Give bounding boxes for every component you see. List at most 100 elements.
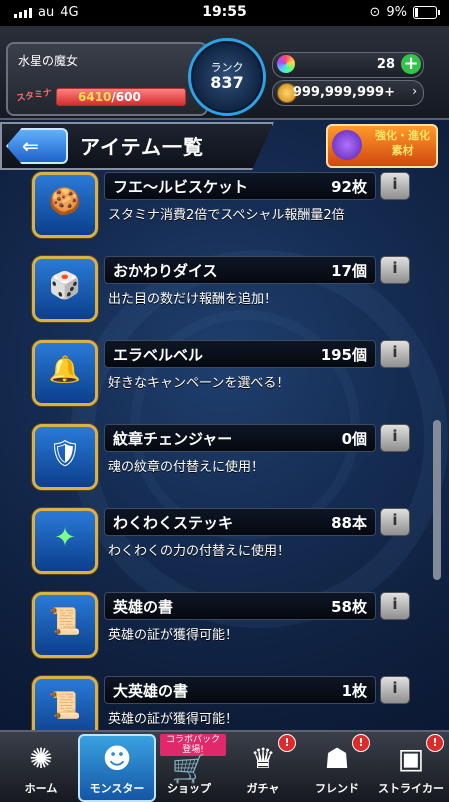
item-description: 英雄の証が獲得可能！ [108, 712, 239, 727]
nav-monster-label: モンスター [89, 782, 145, 795]
item-name-box: わくわくステッキ 88本 [104, 508, 376, 536]
list-item: 📜 英雄の書 58枚 i 英雄の証が獲得可能！ [0, 588, 449, 672]
nav-shop[interactable]: コラボパック 登場! 🛒 ショップ [152, 734, 226, 800]
wand-icon: ✦ [54, 523, 76, 553]
nav-striker-label: ストライカー [378, 782, 444, 795]
evolve-materials-button[interactable]: 強化・進化 素材 [326, 124, 438, 168]
nav-gacha-label: ガチャ [246, 782, 280, 795]
nav-home-label: ホーム [24, 782, 58, 795]
battery-percent: 9% [386, 5, 407, 20]
item-count: 1枚 [341, 682, 367, 700]
item-icon-frame: 🍪 [32, 172, 98, 238]
list-item: 🍪 フエ〜ルビスケット 92枚 i スタミナ消費2倍でスペシャル報酬量2倍 [0, 170, 449, 252]
item-name-box: フエ〜ルビスケット 92枚 [104, 172, 376, 200]
bell-icon: 🔔 [48, 355, 82, 385]
player-name: 水星の魔女 [18, 54, 79, 68]
item-description: わくわくの力の付替えに使用！ [108, 544, 291, 559]
item-description: スタミナ消費2倍でスペシャル報酬量2倍 [108, 208, 345, 223]
item-name: わくわくステッキ [113, 514, 234, 532]
emblem-changer-icon: 🛡 [48, 439, 82, 469]
item-info-button[interactable]: i [380, 676, 410, 704]
item-icon-frame: ✦ [32, 508, 98, 574]
back-arrow-icon: ⇐ [22, 134, 39, 158]
item-list[interactable]: 🍪 フエ〜ルビスケット 92枚 i スタミナ消費2倍でスペシャル報酬量2倍 🎲 お… [0, 170, 449, 730]
item-description: 好きなキャンペーンを選べる！ [108, 376, 290, 391]
coin-count: 999,999,999+ [292, 85, 395, 100]
nav-striker[interactable]: ▣ ストライカー ! [374, 734, 448, 800]
info-icon: i [392, 259, 398, 277]
friend-notification-badge: ! [352, 734, 370, 752]
dice-icon: 🎲 [48, 271, 82, 301]
item-icon-frame: 📜 [32, 592, 98, 658]
item-info-button[interactable]: i [380, 340, 410, 368]
coin-counter: 999,999,999+ › [272, 80, 424, 106]
item-name: フエ〜ルビスケット [113, 178, 249, 196]
item-info-button[interactable]: i [380, 592, 410, 620]
nav-gacha[interactable]: ♛ ガチャ ! [226, 734, 300, 800]
gacha-notification-badge: ! [278, 734, 296, 752]
item-name-box: 英雄の書 58枚 [104, 592, 376, 620]
item-count: 0個 [341, 430, 367, 448]
stamina-value: 6410/600 [78, 90, 141, 104]
item-count: 92枚 [331, 178, 367, 196]
item-name: 大英雄の書 [113, 682, 189, 700]
list-item: 📜 大英雄の書 1枚 i 英雄の証が獲得可能！ [0, 672, 449, 730]
great-hero-book-icon: 📜 [48, 691, 82, 721]
bottom-nav: ✺ ホーム ☻ モンスター コラボパック 登場! 🛒 ショップ ♛ ガチャ ! … [0, 730, 449, 802]
list-item: 🎲 おかわりダイス 17個 i 出た目の数だけ報酬を追加！ [0, 252, 449, 336]
list-item: 🔔 エラベルベル 195個 i 好きなキャンペーンを選べる！ [0, 336, 449, 420]
orb-counter: 28 + [272, 52, 424, 78]
rank-value: 837 [210, 73, 244, 92]
evolve-materials-label: 強化・進化 素材 [375, 128, 430, 158]
coin-detail-arrow[interactable]: › [412, 84, 417, 98]
nav-friend[interactable]: ☗ フレンド ! [300, 734, 374, 800]
info-icon: i [392, 343, 398, 361]
title-bar: ⇐ アイテム一覧 強化・進化 素材 [0, 120, 449, 170]
item-info-button[interactable]: i [380, 508, 410, 536]
page-title: アイテム一覧 [80, 135, 204, 159]
nav-home[interactable]: ✺ ホーム [4, 736, 78, 800]
battery-icon [413, 6, 440, 19]
list-scrollbar[interactable] [433, 420, 441, 580]
orb-icon [277, 55, 295, 73]
buy-orbs-button[interactable]: + [401, 54, 421, 74]
status-bar: au 4G 19:55 ⊙ 9% [0, 0, 449, 26]
item-name: おかわりダイス [113, 262, 218, 280]
item-info-button[interactable]: i [380, 256, 410, 284]
item-count: 88本 [331, 514, 367, 532]
striker-notification-badge: ! [426, 734, 444, 752]
list-item: ✦ わくわくステッキ 88本 i わくわくの力の付替えに使用！ [0, 504, 449, 588]
info-icon: i [392, 175, 398, 193]
stamina-label: スタミナ [15, 87, 53, 105]
info-icon: i [392, 595, 398, 613]
home-icon: ✺ [29, 742, 53, 775]
info-icon: i [392, 679, 398, 697]
player-panel[interactable]: 水星の魔女 スタミナ 6410/600 [6, 42, 208, 116]
item-name: エラベルベル [113, 346, 204, 364]
item-name-box: 紋章チェンジャー 0個 [104, 424, 376, 452]
item-name: 英雄の書 [113, 598, 174, 616]
alarm-icon: ⊙ [369, 5, 381, 20]
item-description: 魂の紋章の付替えに使用！ [108, 460, 265, 475]
rank-badge[interactable]: ランク 837 [188, 38, 266, 116]
stamina-max: /600 [111, 90, 141, 104]
nav-shop-label: ショップ [167, 782, 211, 795]
item-description: 出た目の数だけ報酬を追加！ [108, 292, 278, 307]
info-icon: i [392, 511, 398, 529]
nav-monster[interactable]: ☻ モンスター [78, 734, 156, 802]
item-info-button[interactable]: i [380, 424, 410, 452]
item-icon-frame: 🔔 [32, 340, 98, 406]
item-count: 17個 [331, 262, 367, 280]
orb-count: 28 [376, 57, 395, 72]
item-info-button[interactable]: i [380, 172, 410, 200]
info-icon: i [392, 427, 398, 445]
status-right: ⊙ 9% [369, 5, 440, 20]
stamina-current: 6410 [78, 90, 112, 104]
hero-book-icon: 📜 [48, 607, 82, 637]
item-count: 58枚 [331, 598, 367, 616]
item-icon-frame: 🎲 [32, 256, 98, 322]
evolve-label-line1: 強化・進化 [375, 129, 430, 142]
biscuit-icon: 🍪 [48, 187, 82, 217]
item-name-box: エラベルベル 195個 [104, 340, 376, 368]
item-icon-frame: 🛡 [32, 424, 98, 490]
